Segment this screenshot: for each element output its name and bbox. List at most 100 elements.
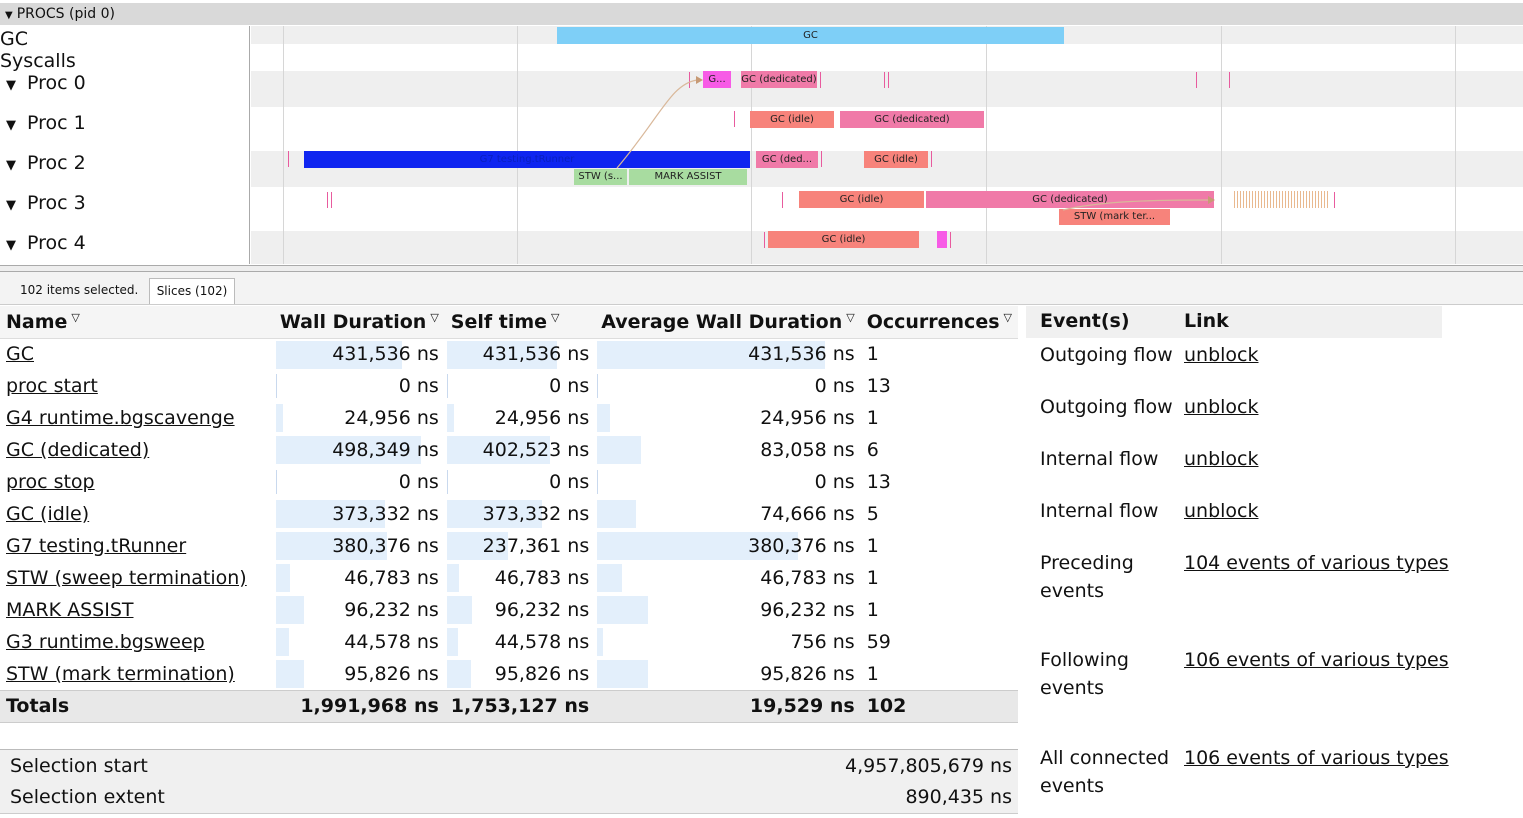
event-row: All connected events 106 events of variou… bbox=[1040, 744, 1449, 804]
track-label-proc-0[interactable]: ▼ Proc 0 bbox=[0, 72, 86, 94]
track-label-gc[interactable]: GC bbox=[0, 28, 28, 50]
expand-triangle-icon[interactable]: ▼ bbox=[6, 198, 16, 213]
table-row[interactable]: G3 runtime.bgsweep 44,578 ns 44,578 ns 756 … bbox=[0, 626, 1018, 658]
expand-triangle-icon[interactable]: ▼ bbox=[6, 158, 16, 173]
average-wall-duration-bar bbox=[597, 628, 604, 656]
slice-name-cell[interactable]: G4 runtime.bgscavenge bbox=[0, 402, 274, 434]
slice-name-cell[interactable]: G3 runtime.bgsweep bbox=[0, 626, 274, 658]
table-row[interactable]: proc start 0 ns 0 ns 0 ns 13 bbox=[0, 370, 1018, 402]
track-label-proc-3[interactable]: ▼ Proc 3 bbox=[0, 192, 86, 214]
table-row[interactable]: proc stop 0 ns 0 ns 0 ns 13 bbox=[0, 466, 1018, 498]
slice-name-link[interactable]: STW (sweep termination) bbox=[6, 567, 247, 589]
table-row[interactable]: MARK ASSIST 96,232 ns 96,232 ns 96,232 ns 1 bbox=[0, 594, 1018, 626]
sort-arrow-icon[interactable]: ▽ bbox=[430, 311, 438, 324]
slice-name-cell[interactable]: proc start bbox=[0, 370, 274, 402]
event-link[interactable]: unblock bbox=[1184, 393, 1259, 421]
average-wall-duration-value: 74,666 ns bbox=[760, 503, 854, 525]
wall-duration-cell: 498,349 ns bbox=[274, 434, 445, 466]
tab-slices[interactable]: Slices (102) bbox=[149, 278, 235, 304]
wall-duration-number: 46,783 bbox=[344, 567, 411, 589]
expand-triangle-icon[interactable]: ▼ bbox=[6, 78, 16, 93]
slice-name-cell[interactable]: GC (dedicated) bbox=[0, 434, 274, 466]
column-header-name[interactable]: Name ▽ bbox=[0, 306, 274, 339]
slice-name-cell[interactable]: MARK ASSIST bbox=[0, 594, 274, 626]
selection-start-row: Selection start 4,957,805,679 ns bbox=[0, 750, 1018, 782]
slice-name-link[interactable]: GC (dedicated) bbox=[6, 439, 149, 461]
table-row[interactable]: GC 431,536 ns 431,536 ns 431,536 ns 1 bbox=[0, 338, 1018, 370]
expand-triangle-icon[interactable]: ▼ bbox=[6, 238, 16, 253]
event-link[interactable]: 106 events of various types bbox=[1184, 646, 1449, 674]
slice-name-cell[interactable]: GC (idle) bbox=[0, 498, 274, 530]
sort-arrow-icon[interactable]: ▽ bbox=[1004, 311, 1012, 324]
average-wall-duration-cell: 24,956 ns bbox=[595, 402, 860, 434]
unit-label: ns bbox=[567, 567, 590, 589]
wall-duration-value: 96,232 ns bbox=[344, 599, 438, 621]
slice-name-link[interactable]: GC bbox=[6, 343, 34, 365]
resize-handle[interactable] bbox=[0, 265, 1523, 272]
table-row[interactable]: GC (idle) 373,332 ns 373,332 ns 74,666 ns 5 bbox=[0, 498, 1018, 530]
column-header-occurrences[interactable]: Occurrences ▽ bbox=[860, 306, 1018, 339]
self-time-value: 24,956 ns bbox=[495, 407, 589, 429]
slice-name-cell[interactable]: STW (mark termination) bbox=[0, 658, 274, 690]
slice-name-link[interactable]: proc stop bbox=[6, 471, 95, 493]
event-row: Preceding events 104 events of various ty… bbox=[1040, 549, 1449, 609]
slice-name-cell[interactable]: STW (sweep termination) bbox=[0, 562, 274, 594]
wall-duration-number: 0 bbox=[398, 375, 411, 397]
event-link[interactable]: unblock bbox=[1184, 341, 1259, 369]
timeline-tracks[interactable]: GC G... GC (dedicated) GC (idle) GC (ded… bbox=[251, 26, 1523, 264]
slice-name-cell[interactable]: proc stop bbox=[0, 466, 274, 498]
slice-name-link[interactable]: STW (mark termination) bbox=[6, 663, 235, 685]
slice-name-link[interactable]: G3 runtime.bgsweep bbox=[6, 631, 205, 653]
self-time-number: 44,578 bbox=[494, 631, 562, 653]
sort-arrow-icon[interactable]: ▽ bbox=[551, 311, 559, 324]
track-label-proc-4[interactable]: ▼ Proc 4 bbox=[0, 232, 86, 254]
slice-name-link[interactable]: G7 testing.tRunner bbox=[6, 535, 186, 557]
wall-duration-cell: 380,376 ns bbox=[274, 530, 445, 562]
wall-duration-value: 0 ns bbox=[399, 375, 439, 397]
average-wall-duration-cell: 0 ns bbox=[595, 370, 860, 402]
slice-name-link[interactable]: G4 runtime.bgscavenge bbox=[6, 407, 235, 429]
wall-duration-cell: 373,332 ns bbox=[274, 498, 445, 530]
column-header-average-wall-duration[interactable]: Average Wall Duration ▽ bbox=[595, 306, 861, 339]
unit-label: ns bbox=[567, 662, 590, 685]
table-row[interactable]: STW (mark termination) 95,826 ns 95,826 ns… bbox=[0, 658, 1018, 690]
slice-name-cell[interactable]: G7 testing.tRunner bbox=[0, 530, 274, 562]
table-row[interactable]: STW (sweep termination) 46,783 ns 46,783 n… bbox=[0, 562, 1018, 594]
slice-name-link[interactable]: MARK ASSIST bbox=[6, 599, 133, 621]
column-header-self-time[interactable]: Self time ▽ bbox=[444, 306, 596, 339]
sort-arrow-icon[interactable]: ▽ bbox=[846, 311, 854, 324]
unit-label: ns bbox=[832, 407, 855, 429]
table-row[interactable]: G7 testing.tRunner 380,376 ns 237,361 ns 38… bbox=[0, 530, 1018, 562]
event-link[interactable]: 104 events of various types bbox=[1184, 549, 1449, 577]
sort-arrow-icon[interactable]: ▽ bbox=[71, 311, 79, 324]
average-wall-duration-number: 46,783 bbox=[760, 567, 827, 589]
average-wall-duration-number: 431,536 bbox=[748, 343, 827, 366]
procs-header[interactable]: ▼ PROCS (pid 0) bbox=[0, 3, 1523, 25]
event-link[interactable]: unblock bbox=[1184, 497, 1259, 525]
table-row[interactable]: G4 runtime.bgscavenge 24,956 ns 24,956 ns 2… bbox=[0, 402, 1018, 434]
slice-name-link[interactable]: GC (idle) bbox=[6, 503, 89, 525]
totals-occurrences: 102 bbox=[860, 689, 1018, 723]
track-label-proc-1[interactable]: ▼ Proc 1 bbox=[0, 112, 86, 134]
track-label-proc-2[interactable]: ▼ Proc 2 bbox=[0, 152, 86, 174]
table-row[interactable]: GC (dedicated) 498,349 ns 402,523 ns 83,058… bbox=[0, 434, 1018, 466]
expand-triangle-icon[interactable]: ▼ bbox=[6, 118, 16, 133]
self-time-cell: 0 ns bbox=[445, 466, 595, 498]
event-link[interactable]: 106 events of various types bbox=[1184, 744, 1449, 772]
unit-label: ns bbox=[567, 631, 590, 653]
average-wall-duration-value: 83,058 ns bbox=[760, 439, 854, 461]
column-header-wall-duration[interactable]: Wall Duration ▽ bbox=[273, 306, 445, 339]
self-time-number: 402,523 bbox=[482, 439, 562, 461]
average-wall-duration-value: 0 ns bbox=[815, 375, 855, 397]
track-label-syscalls[interactable]: Syscalls bbox=[0, 50, 76, 72]
slice-name-cell[interactable]: GC bbox=[0, 338, 274, 370]
average-wall-duration-number: 0 bbox=[814, 375, 827, 397]
average-wall-duration-cell: 756 ns bbox=[595, 626, 860, 658]
slice-name-link[interactable]: proc start bbox=[6, 375, 98, 397]
wall-duration-bar bbox=[275, 628, 289, 656]
expand-triangle-icon[interactable]: ▼ bbox=[5, 10, 13, 21]
event-link[interactable]: unblock bbox=[1184, 445, 1259, 473]
self-time-value: 95,826 ns bbox=[495, 663, 589, 685]
wall-duration-cell: 96,232 ns bbox=[274, 594, 445, 626]
occurrences-cell: 6 bbox=[866, 439, 879, 461]
